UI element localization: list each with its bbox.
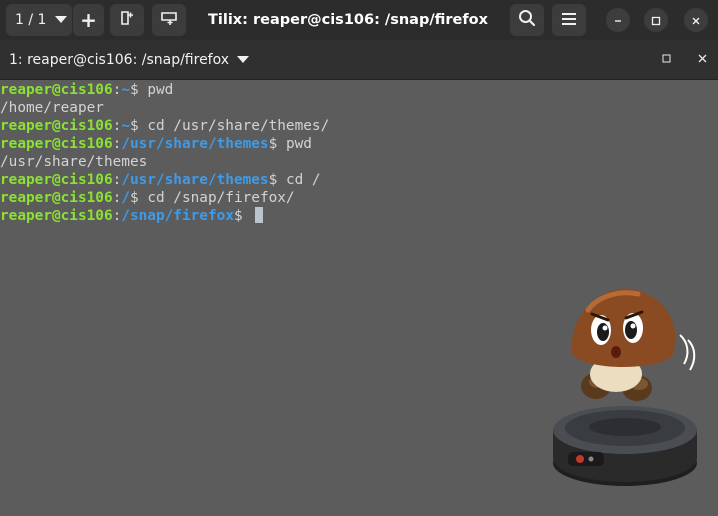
wallpaper-mushroom-robot-image [553, 288, 697, 486]
terminal-title-bar: 1: reaper@cis106: /snap/firefox [0, 40, 718, 80]
plus-icon: + [80, 8, 97, 32]
prompt-user-host: reaper@cis106 [0, 136, 113, 152]
split-down-button[interactable] [152, 4, 186, 36]
command-text: pwd [285, 136, 312, 152]
split-right-icon [119, 10, 135, 30]
prompt-path: /snap/firefox [121, 208, 234, 224]
header-bar: 1 / 1 + Tilix: reaper@cis106: /snap/fire… [0, 0, 718, 40]
prompt-symbol: $ [129, 118, 148, 134]
split-down-icon [160, 10, 178, 30]
minimize-icon [613, 11, 623, 30]
prompt-path: /usr/share/themes [121, 172, 269, 188]
terminal-title-dropdown[interactable]: 1: reaper@cis106: /snap/firefox [9, 40, 250, 79]
prompt-symbol: $ [129, 82, 148, 98]
prompt-path: / [121, 190, 130, 206]
close-button[interactable] [684, 8, 708, 32]
command-output: /usr/share/themes [0, 154, 148, 170]
prompt-user-host: reaper@cis106 [0, 190, 113, 206]
main-menu-button[interactable] [552, 4, 586, 36]
command-text: cd / [285, 172, 321, 188]
maximize-button[interactable] [644, 8, 668, 32]
terminal-prompt-line: reaper@cis106:/snap/firefox$ [0, 207, 329, 225]
session-label: 1 / 1 [15, 12, 47, 28]
search-button[interactable] [510, 4, 544, 36]
terminal-prompt-line: reaper@cis106:/$ cd /snap/firefox/ [0, 189, 329, 207]
prompt-path: ~ [121, 118, 130, 134]
command-output: /home/reaper [0, 100, 104, 116]
prompt-symbol: $ [268, 172, 286, 188]
prompt-separator: : [112, 82, 122, 98]
maximize-icon [651, 11, 661, 30]
prompt-user-host: reaper@cis106 [0, 208, 113, 224]
command-text: cd /usr/share/themes/ [147, 118, 330, 134]
close-icon [698, 53, 707, 66]
prompt-symbol: $ [233, 208, 252, 224]
prompt-user-host: reaper@cis106 [0, 118, 113, 134]
prompt-symbol: $ [129, 190, 148, 206]
maximize-icon [662, 53, 671, 66]
hamburger-menu-icon [561, 11, 577, 30]
terminal-prompt-line: reaper@cis106:~$ pwd [0, 81, 329, 99]
terminal-cursor [255, 207, 264, 223]
terminal-output: reaper@cis106:~$ pwd/home/reaper reaper@c… [0, 81, 329, 225]
command-text: cd /snap/firefox/ [147, 190, 295, 206]
chevron-down-icon [55, 12, 68, 28]
prompt-user-host: reaper@cis106 [0, 82, 113, 98]
search-icon [518, 9, 536, 31]
terminal-close-button[interactable] [694, 51, 710, 67]
prompt-symbol: $ [268, 136, 286, 152]
prompt-separator: : [112, 172, 122, 188]
add-session-button[interactable]: + [72, 4, 104, 36]
prompt-separator: : [112, 208, 122, 224]
prompt-separator: : [112, 136, 122, 152]
close-icon [691, 11, 701, 30]
prompt-path: /usr/share/themes [121, 136, 269, 152]
minimize-button[interactable] [606, 8, 630, 32]
terminal-prompt-line: reaper@cis106:/usr/share/themes$ pwd [0, 135, 329, 153]
terminal-output-line: /usr/share/themes [0, 153, 329, 171]
split-right-button[interactable] [110, 4, 144, 36]
prompt-separator: : [112, 118, 122, 134]
terminal-output-line: /home/reaper [0, 99, 329, 117]
terminal-prompt-line: reaper@cis106:/usr/share/themes$ cd / [0, 171, 329, 189]
tilix-window: 1 / 1 + Tilix: reaper@cis106: /snap/fire… [0, 0, 718, 516]
session-switcher-button[interactable]: 1 / 1 [6, 4, 72, 36]
terminal-prompt-line: reaper@cis106:~$ cd /usr/share/themes/ [0, 117, 329, 135]
prompt-path: ~ [121, 82, 130, 98]
prompt-separator: : [112, 190, 122, 206]
chevron-down-icon [237, 52, 250, 68]
command-text: pwd [147, 82, 174, 98]
window-title: Tilix: reaper@cis106: /snap/firefox [207, 12, 488, 28]
terminal-title: 1: reaper@cis106: /snap/firefox [9, 51, 230, 68]
terminal-area[interactable]: reaper@cis106:~$ pwd/home/reaper reaper@c… [0, 80, 718, 516]
terminal-maximize-button[interactable] [658, 51, 674, 67]
prompt-user-host: reaper@cis106 [0, 172, 113, 188]
